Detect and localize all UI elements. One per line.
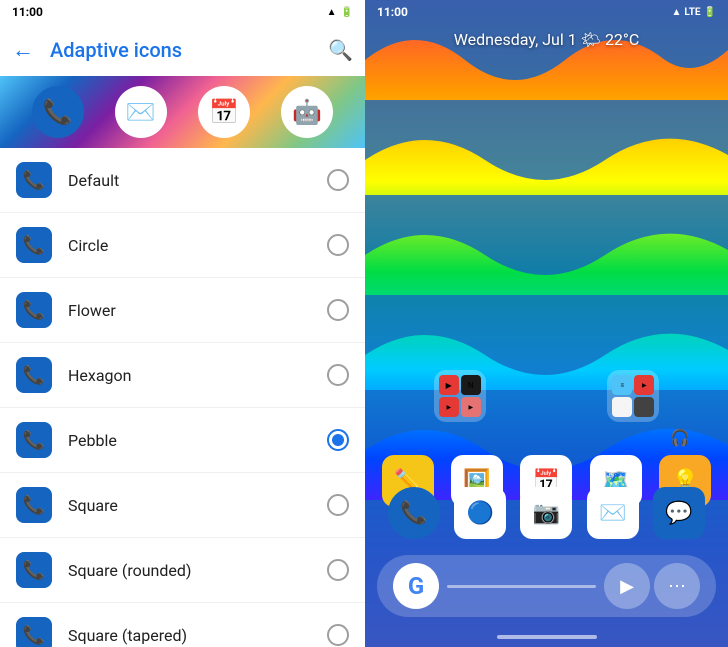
back-button[interactable]: ← xyxy=(12,37,34,63)
dock-right-icons: ▶ ⋯ xyxy=(604,563,700,609)
options-list: 📞 Default 📞 Circle 📞 Flower 📞 Hexagon 📞 … xyxy=(0,148,365,647)
right-status-time: 11:00 xyxy=(377,5,408,19)
option-hexagon[interactable]: 📞 Hexagon xyxy=(0,343,365,408)
chrome-app-icon[interactable]: 🔵 xyxy=(454,487,506,539)
folder-2-wrapper[interactable]: ≡ ▶ xyxy=(607,370,659,422)
folder-mini-5: ≡ xyxy=(612,375,632,395)
toolbar-title: Adaptive icons xyxy=(50,38,312,62)
messages-app-icon[interactable]: 💬 xyxy=(653,487,705,539)
dock: G ▶ ⋯ xyxy=(377,555,716,617)
option-circle[interactable]: 📞 Circle xyxy=(0,213,365,278)
date-weather: Wednesday, Jul 1 🌤 22°C xyxy=(365,30,728,49)
search-bar-divider xyxy=(447,585,596,588)
option-flower-radio[interactable] xyxy=(327,299,349,321)
signal-icon: ▲ xyxy=(327,7,337,18)
phone-app-icon[interactable]: 📞 xyxy=(388,487,440,539)
option-pebble-label: Pebble xyxy=(68,431,327,450)
option-flower[interactable]: 📞 Flower xyxy=(0,278,365,343)
phone-app-wrapper[interactable]: 📞 xyxy=(388,487,440,539)
folder-mini-7 xyxy=(612,397,632,417)
headphone-icon: 🎧 xyxy=(670,428,690,447)
chrome-app-wrapper[interactable]: 🔵 xyxy=(454,487,506,539)
option-default-icon: 📞 xyxy=(16,162,52,198)
date-weather-text: Wednesday, Jul 1 🌤 22°C xyxy=(454,30,640,49)
option-square-icon: 📞 xyxy=(16,487,52,523)
right-status-icons: ▲ LTE 🔋 xyxy=(672,7,716,18)
google-search-icon[interactable]: G xyxy=(393,563,439,609)
folder-mini-1: ▶ xyxy=(439,375,459,395)
folder-mini-8 xyxy=(634,397,654,417)
option-pebble-radio[interactable] xyxy=(327,429,349,451)
right-signal-icon: ▲ xyxy=(672,7,682,18)
dock-play-icon[interactable]: ▶ xyxy=(604,563,650,609)
toolbar: ← Adaptive icons 🔍 xyxy=(0,24,365,76)
option-circle-icon: 📞 xyxy=(16,227,52,263)
option-square-rounded[interactable]: 📞 Square (rounded) xyxy=(0,538,365,603)
preview-gmail-icon: ✉️ xyxy=(115,86,167,138)
option-square-label: Square xyxy=(68,496,327,515)
option-square-tapered-icon: 📞 xyxy=(16,617,52,647)
folder-1-wrapper[interactable]: ▶ N ▶ ▶ xyxy=(434,370,486,422)
option-hexagon-label: Hexagon xyxy=(68,366,327,385)
right-panel: 11:00 ▲ LTE 🔋 Wednesday, Jul 1 🌤 22°C ▶ … xyxy=(365,0,728,647)
option-circle-radio[interactable] xyxy=(327,234,349,256)
option-default-radio[interactable] xyxy=(327,169,349,191)
preview-calendar-icon: 📅 xyxy=(198,86,250,138)
bottom-bar xyxy=(365,635,728,639)
folder-mini-4: ▶ xyxy=(461,397,481,417)
option-square-rounded-label: Square (rounded) xyxy=(68,561,327,580)
preview-android-icon: 🤖 xyxy=(281,86,333,138)
option-circle-label: Circle xyxy=(68,236,327,255)
left-status-time: 11:00 xyxy=(12,5,43,19)
left-status-icons: ▲ 🔋 xyxy=(327,7,353,18)
search-button[interactable]: 🔍 xyxy=(328,38,353,62)
radio-selected-dot xyxy=(332,434,344,446)
option-hexagon-radio[interactable] xyxy=(327,364,349,386)
option-flower-label: Flower xyxy=(68,301,327,320)
option-square-rounded-radio[interactable] xyxy=(327,559,349,581)
preview-phone-icon: 📞 xyxy=(32,86,84,138)
home-indicator xyxy=(497,635,597,639)
gmail-app-wrapper[interactable]: ✉️ xyxy=(587,487,639,539)
phone-screen: 11:00 ▲ LTE 🔋 Wednesday, Jul 1 🌤 22°C ▶ … xyxy=(365,0,728,647)
right-lte-icon: LTE xyxy=(684,7,700,18)
option-hexagon-icon: 📞 xyxy=(16,357,52,393)
folder-mini-3: ▶ xyxy=(439,397,459,417)
option-square[interactable]: 📞 Square xyxy=(0,473,365,538)
google-g-letter: G xyxy=(408,572,424,600)
rainbow-background xyxy=(365,0,728,647)
folder-mini-6: ▶ xyxy=(634,375,654,395)
battery-icon: 🔋 xyxy=(341,7,353,18)
option-square-rounded-icon: 📞 xyxy=(16,552,52,588)
option-pebble[interactable]: 📞 Pebble xyxy=(0,408,365,473)
folder-2-icon[interactable]: ≡ ▶ xyxy=(607,370,659,422)
folder-1-icon[interactable]: ▶ N ▶ ▶ xyxy=(434,370,486,422)
option-flower-icon: 📞 xyxy=(16,292,52,328)
option-default-label: Default xyxy=(68,171,327,190)
option-default[interactable]: 📞 Default xyxy=(0,148,365,213)
icon-preview-bar: 📞 ✉️ 📅 🤖 xyxy=(0,76,365,148)
camera-app-icon[interactable]: 📷 xyxy=(520,487,572,539)
option-square-tapered-label: Square (tapered) xyxy=(68,626,327,645)
option-square-radio[interactable] xyxy=(327,494,349,516)
camera-app-wrapper[interactable]: 📷 xyxy=(520,487,572,539)
gmail-app-icon[interactable]: ✉️ xyxy=(587,487,639,539)
option-square-tapered-radio[interactable] xyxy=(327,624,349,646)
dock-dots-icon[interactable]: ⋯ xyxy=(654,563,700,609)
messages-app-wrapper[interactable]: 💬 xyxy=(653,487,705,539)
option-pebble-icon: 📞 xyxy=(16,422,52,458)
folder-mini-2: N xyxy=(461,375,481,395)
option-square-tapered[interactable]: 📞 Square (tapered) xyxy=(0,603,365,647)
right-status-bar: 11:00 ▲ LTE 🔋 xyxy=(365,0,728,24)
right-battery-icon: 🔋 xyxy=(704,7,716,18)
left-status-bar: 11:00 ▲ 🔋 xyxy=(0,0,365,24)
left-panel: 11:00 ▲ 🔋 ← Adaptive icons 🔍 📞 ✉️ 📅 🤖 📞 … xyxy=(0,0,365,647)
